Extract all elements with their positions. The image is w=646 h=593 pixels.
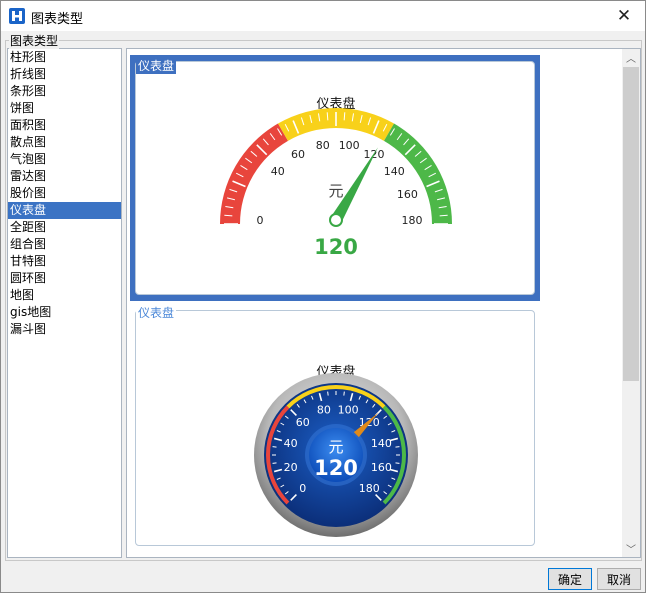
chevron-down-icon: ﹀ bbox=[626, 545, 636, 556]
gauge-tick bbox=[327, 391, 329, 396]
chart-type-item[interactable]: 地图 bbox=[8, 287, 121, 304]
preview-card-wrapper[interactable]: 仪表盘020406080100120140160180元120 仪表盘 bbox=[130, 304, 540, 557]
gauge-tick-label: 80 bbox=[316, 139, 330, 152]
gauge-tick bbox=[395, 446, 400, 448]
gauge-pivot bbox=[329, 213, 343, 227]
scroll-thumb[interactable] bbox=[623, 67, 639, 381]
chart-type-item[interactable]: 圆环图 bbox=[8, 270, 121, 287]
ok-button[interactable]: 确定 bbox=[548, 568, 592, 590]
chart-type-item[interactable]: 散点图 bbox=[8, 134, 121, 151]
preview-card-legend: 仪表盘 bbox=[136, 304, 177, 321]
gauge-tick-label: 180 bbox=[359, 482, 380, 495]
chart-type-list[interactable]: 柱形图 折线图 条形图 饼图 面积图 散点图 气泡图 雷达图 股价图 仪表盘 全距图 组合图 甘特图 圆环… bbox=[7, 48, 122, 558]
gauge-tick-label: 160 bbox=[397, 188, 418, 201]
chart-type-item[interactable]: 柱形图 bbox=[8, 49, 121, 66]
gauge-tick-label: 0 bbox=[257, 214, 264, 227]
preview-card-legend: 仪表盘 bbox=[136, 57, 177, 74]
gauge-value: 120 bbox=[314, 235, 358, 259]
chart-type-item[interactable]: gis地图 bbox=[8, 304, 121, 321]
cancel-button[interactable]: 取消 bbox=[597, 568, 641, 590]
gauge-tick-label: 40 bbox=[271, 165, 285, 178]
chart-type-item[interactable]: 股价图 bbox=[8, 185, 121, 202]
group-label: 图表类型 bbox=[9, 32, 60, 49]
close-icon: ✕ bbox=[616, 6, 632, 26]
chart-type-item[interactable]: 漏斗图 bbox=[8, 321, 121, 338]
gauge-chart: 仪表盘0406080100120140160180元120 bbox=[220, 96, 452, 259]
gauge-tick-label: 60 bbox=[296, 416, 310, 429]
gauge-tick-label: 140 bbox=[384, 165, 405, 178]
chart-type-item[interactable]: 甘特图 bbox=[8, 253, 121, 270]
gauge-tick bbox=[272, 446, 277, 448]
preview-card-wrapper-selected[interactable]: 仪表盘0406080100120140160180元120 仪表盘 bbox=[130, 55, 540, 301]
app-logo-icon bbox=[9, 8, 25, 24]
chart-type-item[interactable]: 饼图 bbox=[8, 100, 121, 117]
chevron-up-icon: ︿ bbox=[626, 54, 636, 65]
gauge-tick-label: 40 bbox=[284, 437, 298, 450]
chart-type-item[interactable]: 仪表盘 bbox=[8, 202, 121, 219]
preview-card[interactable]: 仪表盘020406080100120140160180元120 bbox=[135, 310, 535, 546]
preview-card[interactable]: 仪表盘0406080100120140160180元120 bbox=[135, 61, 535, 295]
window-title: 图表类型 bbox=[31, 12, 84, 27]
scroll-up-button[interactable]: ︿ bbox=[622, 49, 640, 66]
chart-type-item[interactable]: 折线图 bbox=[8, 66, 121, 83]
close-button[interactable]: ✕ bbox=[609, 4, 639, 28]
gauge-tick bbox=[343, 391, 345, 396]
gauge-tick bbox=[326, 112, 329, 121]
gauge-chart: 仪表盘020406080100120140160180元120 bbox=[254, 364, 418, 537]
gauge-unit: 元 bbox=[328, 438, 343, 456]
gauge-tick bbox=[343, 112, 346, 121]
gauge-tick bbox=[439, 214, 448, 217]
gauge-tick-label: 20 bbox=[284, 461, 298, 474]
gauge-tick-label: 140 bbox=[371, 437, 392, 450]
title-bar: 图表类型 ✕ bbox=[1, 1, 645, 31]
chart-type-item[interactable]: 雷达图 bbox=[8, 168, 121, 185]
gauge-unit: 元 bbox=[328, 182, 343, 200]
gauge-tick-label: 160 bbox=[371, 461, 392, 474]
vertical-scrollbar[interactable]: ︿ ﹀ bbox=[622, 49, 640, 557]
scroll-down-button[interactable]: ﹀ bbox=[622, 540, 640, 557]
gauge-tick-label: 80 bbox=[317, 404, 331, 417]
preview-panel[interactable]: 仪表盘0406080100120140160180元120 仪表盘 仪表盘020… bbox=[126, 48, 641, 558]
chart-type-item[interactable]: 面积图 bbox=[8, 117, 121, 134]
chart-type-item[interactable]: 气泡图 bbox=[8, 151, 121, 168]
gauge-tick-label: 100 bbox=[339, 139, 360, 152]
gauge-tick-label: 0 bbox=[299, 482, 306, 495]
chart-type-item[interactable]: 条形图 bbox=[8, 83, 121, 100]
chart-type-item[interactable]: 全距图 bbox=[8, 219, 121, 236]
gauge-tick bbox=[224, 214, 233, 217]
gauge-value: 120 bbox=[314, 456, 358, 480]
chart-type-dialog: 图表类型 ✕ 图表类型 柱形图 折线图 条形图 饼图 面积图 散点图 气泡图 雷达图 股价图 仪表… bbox=[0, 0, 646, 593]
gauge-tick bbox=[272, 462, 277, 464]
gauge-tick-label: 60 bbox=[291, 148, 305, 161]
gauge-tick-label: 180 bbox=[402, 214, 423, 227]
chart-type-item[interactable]: 组合图 bbox=[8, 236, 121, 253]
gauge-tick bbox=[395, 462, 400, 464]
gauge-tick-label: 100 bbox=[338, 404, 359, 417]
